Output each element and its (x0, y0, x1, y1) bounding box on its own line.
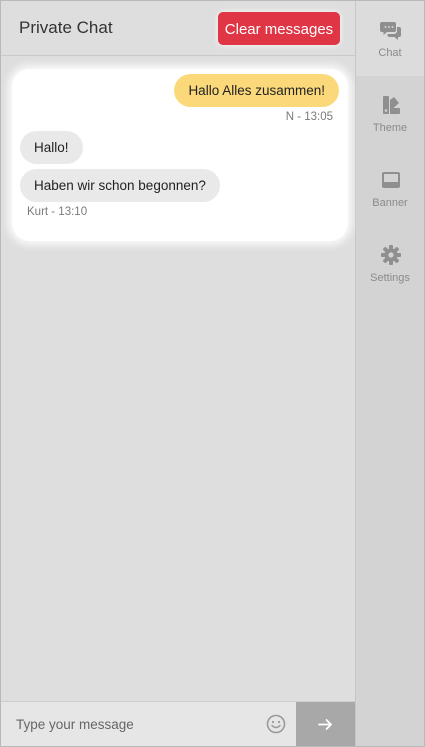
sidebar-item-banner[interactable]: Banner (356, 151, 424, 226)
sidebar-item-settings[interactable]: Settings (356, 226, 424, 301)
chat-header: Private Chat Clear messages (1, 1, 355, 56)
message-meta: Kurt - 13:10 (27, 206, 88, 218)
app-window: Private Chat Clear messages Hallo Alles … (0, 0, 425, 747)
incoming-message: Haben wir schon begonnen? (20, 169, 220, 202)
smiley-icon[interactable] (266, 714, 286, 734)
send-button[interactable] (296, 702, 355, 746)
sidebar-item-label: Banner (372, 197, 408, 209)
gear-icon (381, 245, 401, 265)
sidebar-item-theme[interactable]: Theme (356, 76, 424, 151)
sidebar-item-label: Chat (378, 47, 402, 59)
message-list: Hallo Alles zusammen! N - 13:05 Hallo! H… (12, 69, 348, 241)
incoming-message: Hallo! (20, 131, 83, 164)
chat-bubbles-icon (380, 22, 401, 40)
sidebar-item-label: Theme (372, 122, 408, 134)
message-composer (1, 701, 355, 746)
page-title: Private Chat (19, 18, 113, 37)
arrow-right-icon (318, 719, 332, 730)
sidebar-item-chat[interactable]: Chat (356, 1, 424, 76)
clear-messages-button[interactable]: Clear messages (218, 12, 340, 45)
message-meta: N - 13:05 (285, 111, 333, 123)
sidebar-item-label: Settings (370, 272, 410, 284)
sidebar: Chat Theme Banner Settings (356, 1, 424, 746)
chat-panel: Private Chat Clear messages Hallo Alles … (1, 1, 356, 746)
outgoing-message: Hallo Alles zusammen! (174, 74, 339, 107)
theme-palette-icon (383, 96, 400, 114)
message-input[interactable] (1, 702, 256, 746)
banner-icon (382, 172, 400, 188)
